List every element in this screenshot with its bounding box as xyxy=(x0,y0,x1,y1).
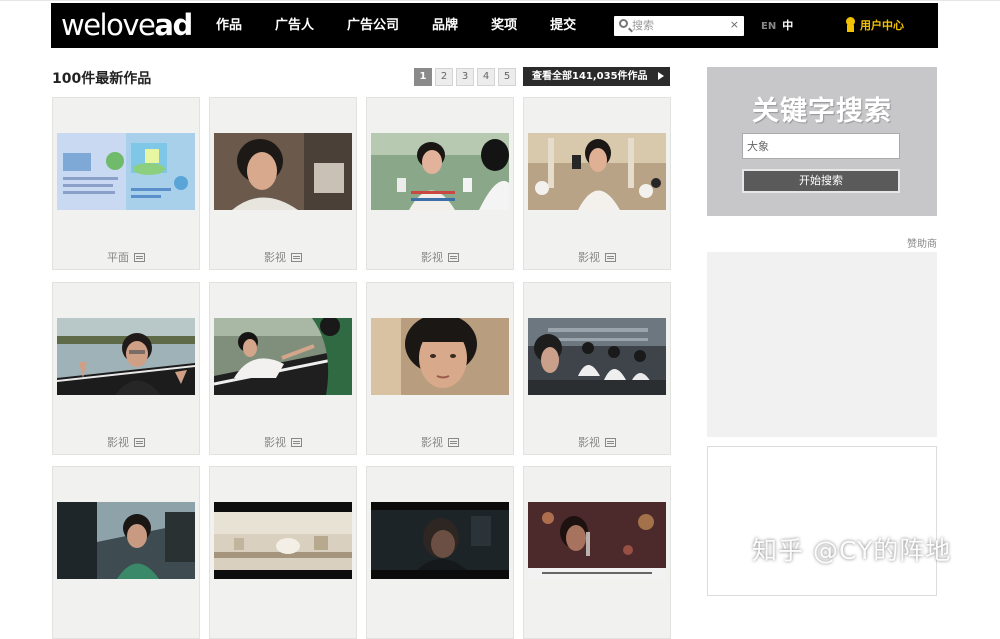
work-category-label: 影视 xyxy=(107,436,129,449)
work-category-label: 影视 xyxy=(578,251,600,264)
work-category: 影视 xyxy=(524,249,670,265)
work-category: 影视 xyxy=(524,434,670,450)
work-category-label: 影视 xyxy=(264,436,286,449)
nav-item-submit[interactable]: 提交 xyxy=(550,3,576,48)
nav-item-works[interactable]: 作品 xyxy=(216,3,242,48)
work-category: 影视 xyxy=(367,434,513,450)
work-thumbnail[interactable] xyxy=(57,318,195,395)
work-thumbnail[interactable] xyxy=(371,318,509,395)
sponsor-label: 赞助商 xyxy=(907,239,937,250)
keyword-search-title: 关键字搜索 xyxy=(752,96,892,127)
ad-area[interactable] xyxy=(707,446,937,596)
site-logo[interactable]: welovead xyxy=(61,7,193,43)
list-icon xyxy=(134,438,145,447)
work-category-label: 影视 xyxy=(264,251,286,264)
start-search-button[interactable]: 开始搜索 xyxy=(742,169,900,193)
search-icon[interactable] xyxy=(619,19,628,28)
logo-text: welove xyxy=(61,8,156,42)
search-box: × xyxy=(614,16,744,36)
list-icon xyxy=(605,253,616,262)
top-divider xyxy=(0,0,1000,1)
view-all-button[interactable]: 查看全部141,035件作品 xyxy=(523,67,670,86)
zhihu-watermark: 知乎 @CY的阵地 xyxy=(752,536,952,565)
sponsor-area[interactable] xyxy=(707,252,937,437)
list-icon xyxy=(291,253,302,262)
list-icon xyxy=(448,438,459,447)
pagination: 1 2 3 4 5 xyxy=(414,68,519,86)
work-card[interactable]: 影视 xyxy=(366,282,514,455)
top-navbar: welovead 作品 广告人 广告公司 品牌 奖项 提交 × EN 中 用户中心 xyxy=(51,3,938,48)
work-thumbnail[interactable] xyxy=(214,318,352,395)
work-thumbnail[interactable] xyxy=(57,502,195,579)
user-icon xyxy=(845,17,855,32)
work-card[interactable]: 影视 xyxy=(52,282,200,455)
list-icon xyxy=(448,253,459,262)
work-category: 影视 xyxy=(210,249,356,265)
work-category-label: 影视 xyxy=(578,436,600,449)
logo-text-ad: ad xyxy=(154,8,193,42)
work-card[interactable] xyxy=(52,466,200,639)
work-category: 影视 xyxy=(53,434,199,450)
work-thumbnail[interactable] xyxy=(528,318,666,395)
work-card[interactable] xyxy=(523,466,671,639)
search-input[interactable] xyxy=(632,17,722,33)
work-thumbnail[interactable] xyxy=(371,502,509,579)
lang-en-link[interactable]: EN xyxy=(761,21,776,32)
page-button-1[interactable]: 1 xyxy=(414,68,432,86)
keyword-input[interactable] xyxy=(742,133,900,159)
nav-item-awards[interactable]: 奖项 xyxy=(491,3,517,48)
work-card[interactable] xyxy=(366,466,514,639)
main-menu: 作品 广告人 广告公司 品牌 奖项 提交 xyxy=(216,3,609,48)
page-button-4[interactable]: 4 xyxy=(477,68,495,86)
nav-item-brands[interactable]: 品牌 xyxy=(432,3,458,48)
nav-item-creatives[interactable]: 广告人 xyxy=(275,3,314,48)
page-button-3[interactable]: 3 xyxy=(456,68,474,86)
work-card[interactable]: 平面 xyxy=(52,97,200,270)
work-category: 影视 xyxy=(367,249,513,265)
work-card[interactable]: 影视 xyxy=(523,97,671,270)
work-thumbnail[interactable] xyxy=(57,133,195,210)
work-card[interactable]: 影视 xyxy=(209,97,357,270)
view-all-label: 查看全部141,035件作品 xyxy=(532,71,648,82)
clear-search-button[interactable]: × xyxy=(730,18,739,31)
lang-zh-link[interactable]: 中 xyxy=(782,19,793,32)
work-thumbnail[interactable] xyxy=(528,133,666,210)
list-icon xyxy=(605,438,616,447)
section-title: 100件最新作品 xyxy=(52,71,152,87)
user-center-label: 用户中心 xyxy=(860,19,904,32)
work-thumbnail[interactable] xyxy=(371,133,509,210)
user-center-link[interactable]: 用户中心 xyxy=(845,3,904,48)
work-thumbnail[interactable] xyxy=(214,502,352,579)
play-arrow-icon xyxy=(658,72,664,80)
list-icon xyxy=(134,253,145,262)
nav-item-agencies[interactable]: 广告公司 xyxy=(347,3,399,48)
work-card[interactable]: 影视 xyxy=(209,282,357,455)
keyword-search-panel: 关键字搜索 开始搜索 xyxy=(707,67,937,216)
work-card[interactable]: 影视 xyxy=(523,282,671,455)
language-switcher: EN 中 xyxy=(761,3,793,49)
work-thumbnail[interactable] xyxy=(528,502,666,579)
work-category: 平面 xyxy=(53,249,199,265)
work-category-label: 影视 xyxy=(421,251,443,264)
work-card[interactable] xyxy=(209,466,357,639)
work-category: 影视 xyxy=(210,434,356,450)
list-icon xyxy=(291,438,302,447)
work-thumbnail[interactable] xyxy=(214,133,352,210)
work-card[interactable]: 影视 xyxy=(366,97,514,270)
work-category-label: 影视 xyxy=(421,436,443,449)
page-button-5[interactable]: 5 xyxy=(498,68,516,86)
page-button-2[interactable]: 2 xyxy=(435,68,453,86)
work-category-label: 平面 xyxy=(107,251,129,264)
